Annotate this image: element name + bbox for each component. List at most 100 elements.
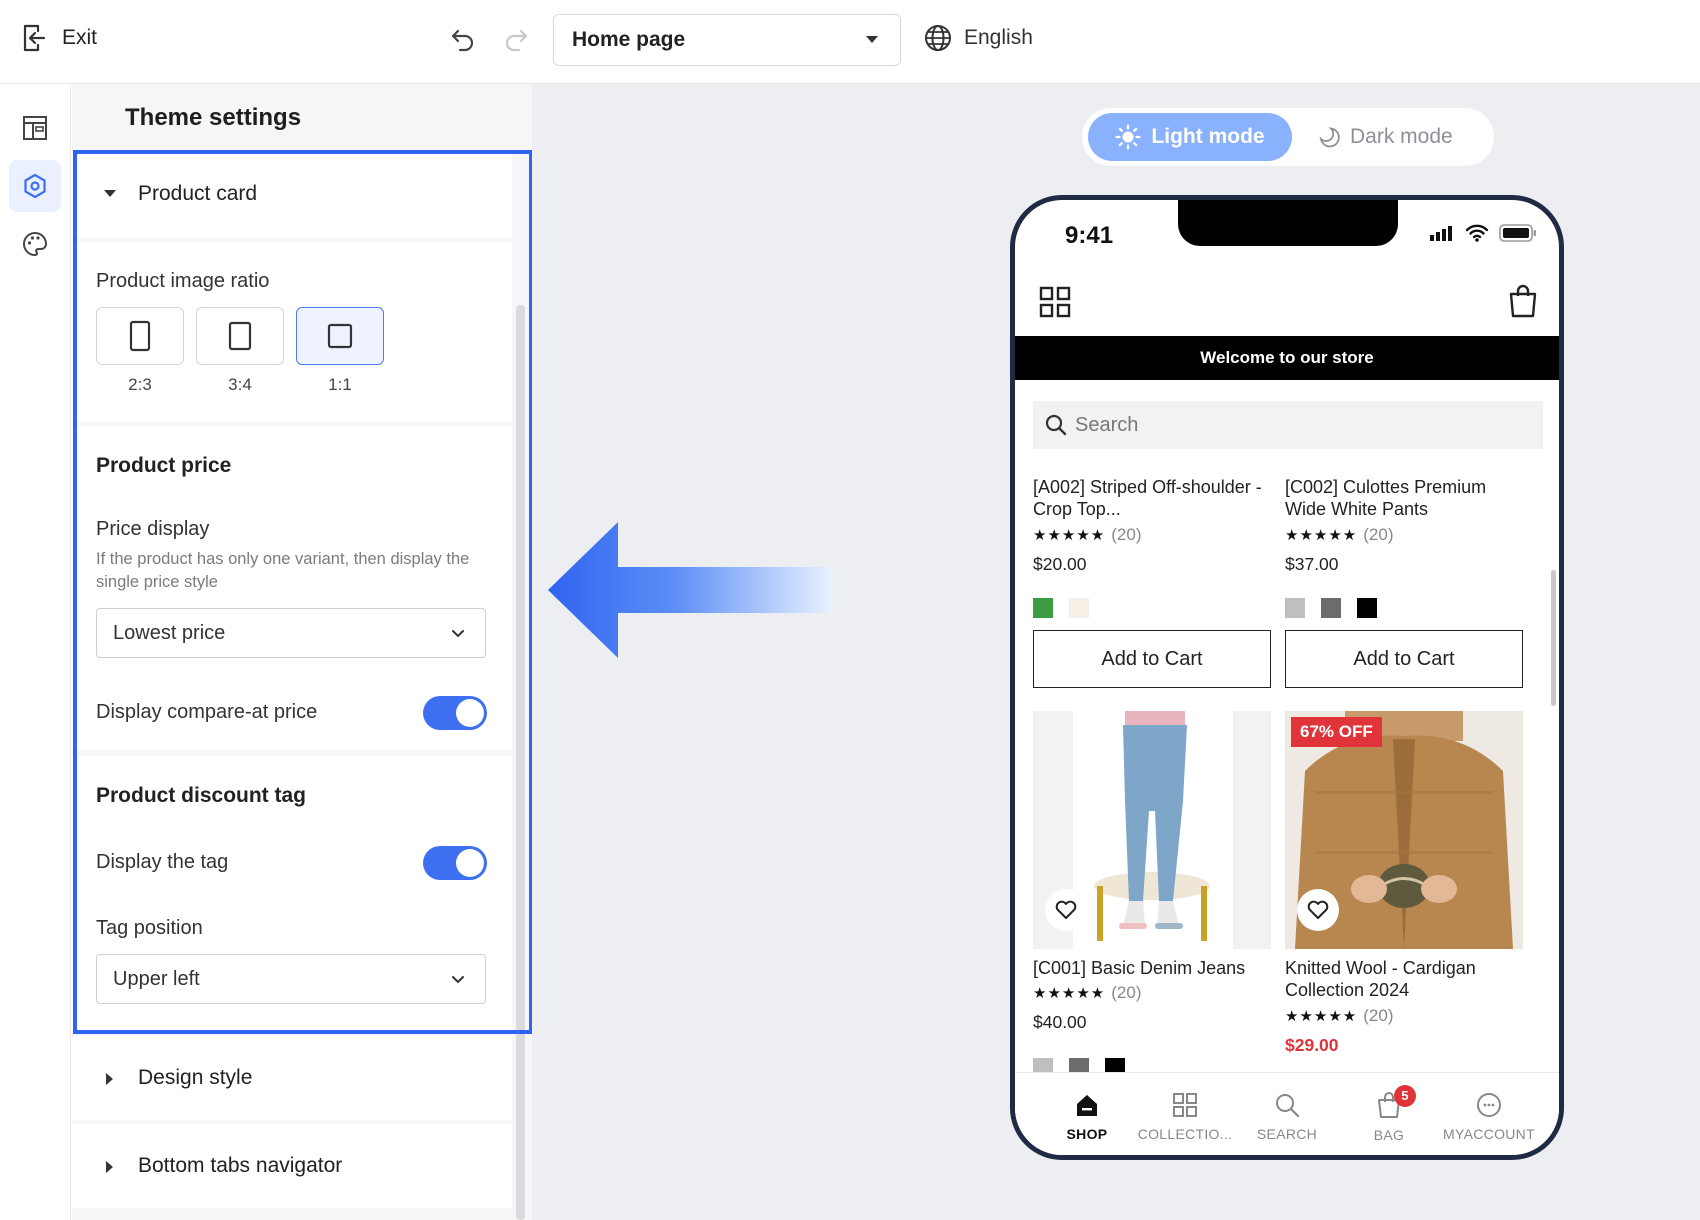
expand-down-icon xyxy=(104,190,116,197)
discount-badge: 67% OFF xyxy=(1291,717,1382,747)
grid-menu-icon[interactable] xyxy=(1039,286,1071,318)
language-selector[interactable]: English xyxy=(924,24,1033,52)
rating-count: (20) xyxy=(1111,525,1142,544)
chevron-down-icon xyxy=(452,630,464,638)
tab-collections[interactable]: COLLECTIO... xyxy=(1133,1073,1237,1155)
ratio-2-3-label: 2:3 xyxy=(128,375,152,394)
tab-myaccount[interactable]: MYACCOUNT xyxy=(1437,1073,1541,1155)
tab-bag[interactable]: BAG 5 xyxy=(1337,1073,1441,1155)
product-name[interactable]: [A002] Striped Off-shoulder - Crop Top..… xyxy=(1033,476,1268,520)
bottom-tabs-title: Bottom tabs navigator xyxy=(138,1154,343,1177)
phone-preview: 9:41 Welcome to our store Search [A002] … xyxy=(1010,195,1564,1160)
redo-icon xyxy=(505,29,528,52)
product-price-heading: Product price xyxy=(96,454,232,477)
product-rating: ★★★★★ (20) xyxy=(1285,525,1394,544)
panel-title: Theme settings xyxy=(125,104,302,131)
phone-scrollbar[interactable] xyxy=(1551,570,1556,706)
theme-settings-button[interactable] xyxy=(9,160,61,212)
product-name[interactable]: [C001] Basic Denim Jeans xyxy=(1033,957,1268,979)
color-swatch[interactable] xyxy=(1357,598,1377,618)
tag-position-label: Tag position xyxy=(96,917,203,939)
palette-icon xyxy=(23,231,48,257)
tab-shop[interactable]: SHOP xyxy=(1035,1073,1139,1155)
undo-button[interactable] xyxy=(450,26,476,57)
color-swatch[interactable] xyxy=(1033,598,1053,618)
compare-at-label: Display compare-at price xyxy=(96,701,318,723)
bottom-tabs-section[interactable]: Bottom tabs navigator xyxy=(72,1124,512,1208)
signal-icon xyxy=(1430,226,1452,241)
tab-search-label: SEARCH xyxy=(1256,1126,1318,1142)
product-price: $20.00 xyxy=(1033,554,1087,574)
price-display-label: Price display xyxy=(96,518,210,540)
image-ratio-label: Product image ratio xyxy=(96,270,270,292)
shopping-bag-icon[interactable] xyxy=(1508,284,1538,318)
product-card-header[interactable]: Product card xyxy=(72,150,512,238)
square-icon xyxy=(327,323,353,349)
exit-label: Exit xyxy=(62,26,98,49)
ratio-1-1-button[interactable] xyxy=(296,307,384,365)
compare-at-toggle[interactable] xyxy=(423,696,487,730)
exit-button[interactable]: Exit xyxy=(22,24,97,52)
left-arrow-graphic xyxy=(548,522,832,658)
product-name[interactable]: Knitted Wool - Cardigan Collection 2024 xyxy=(1285,957,1520,1001)
search-placeholder: Search xyxy=(1075,413,1139,436)
tab-search[interactable]: SEARCH xyxy=(1235,1073,1339,1155)
rating-count: (20) xyxy=(1363,1006,1394,1025)
portrait-tall-icon xyxy=(129,320,151,352)
color-swatch[interactable] xyxy=(1321,598,1341,618)
exit-icon xyxy=(23,24,46,52)
expand-right-icon xyxy=(106,1073,113,1085)
redo-button[interactable] xyxy=(503,26,529,57)
design-style-title: Design style xyxy=(138,1066,253,1089)
bottom-tab-bar: SHOP COLLECTIO... SEARCH BAG 5 MYACCOUNT xyxy=(1015,1072,1559,1155)
palette-button[interactable] xyxy=(9,218,61,270)
add-to-cart-button[interactable]: Add to Cart xyxy=(1285,630,1523,688)
ratio-3-4-button[interactable] xyxy=(196,307,284,365)
product-image-cardigan[interactable]: 67% OFF xyxy=(1285,711,1523,949)
ratio-1-1-label: 1:1 xyxy=(328,375,352,394)
ratio-2-3-button[interactable] xyxy=(96,307,184,365)
tab-shop-label: SHOP xyxy=(1066,1126,1108,1142)
search-icon xyxy=(1276,1094,1300,1118)
light-mode-button[interactable]: Light mode xyxy=(1088,113,1292,161)
display-tag-toggle[interactable] xyxy=(423,846,487,880)
phone-notch xyxy=(1178,200,1398,246)
grid-icon xyxy=(1173,1093,1197,1117)
moon-icon xyxy=(1319,127,1340,148)
heart-icon xyxy=(1055,900,1077,919)
display-tag-label: Display the tag xyxy=(96,851,229,873)
panel-scrollbar[interactable] xyxy=(516,305,525,1220)
welcome-banner: Welcome to our store xyxy=(1015,336,1559,380)
expand-right-icon xyxy=(106,1161,113,1173)
page-select[interactable]: Home page xyxy=(553,14,901,66)
battery-icon xyxy=(1499,224,1536,242)
toggle-knob xyxy=(456,699,484,727)
status-icons xyxy=(1429,224,1537,242)
rating-count: (20) xyxy=(1111,983,1142,1002)
dark-mode-button[interactable]: Dark mode xyxy=(1318,113,1488,161)
product-price: $37.00 xyxy=(1285,554,1339,574)
product-image-jeans[interactable] xyxy=(1033,711,1271,949)
ratio-3-4-label: 3:4 xyxy=(228,375,252,394)
design-style-section[interactable]: Design style xyxy=(72,1036,512,1120)
discount-tag-heading: Product discount tag xyxy=(96,784,306,807)
price-display-select[interactable]: Lowest price xyxy=(96,608,486,658)
portrait-icon xyxy=(228,321,252,351)
tag-position-value: Upper left xyxy=(113,967,200,990)
product-sale-price: $29.00 xyxy=(1285,1035,1339,1055)
color-swatch[interactable] xyxy=(1069,598,1089,618)
sun-icon xyxy=(1115,124,1142,150)
layout-button[interactable] xyxy=(9,102,61,154)
wishlist-button[interactable] xyxy=(1297,889,1339,931)
product-rating: ★★★★★ (20) xyxy=(1033,525,1142,544)
product-name[interactable]: [C002] Culottes Premium Wide White Pants xyxy=(1285,476,1520,520)
tag-position-select[interactable]: Upper left xyxy=(96,954,486,1004)
phone-search-input[interactable]: Search xyxy=(1033,401,1543,449)
icon-rail xyxy=(0,84,71,1220)
chevron-down-icon xyxy=(452,976,464,984)
wishlist-button[interactable] xyxy=(1045,889,1087,931)
add-to-cart-button[interactable]: Add to Cart xyxy=(1033,630,1271,688)
light-mode-label: Light mode xyxy=(1151,125,1265,148)
color-swatch[interactable] xyxy=(1285,598,1305,618)
product-rating: ★★★★★ (20) xyxy=(1285,1006,1394,1025)
